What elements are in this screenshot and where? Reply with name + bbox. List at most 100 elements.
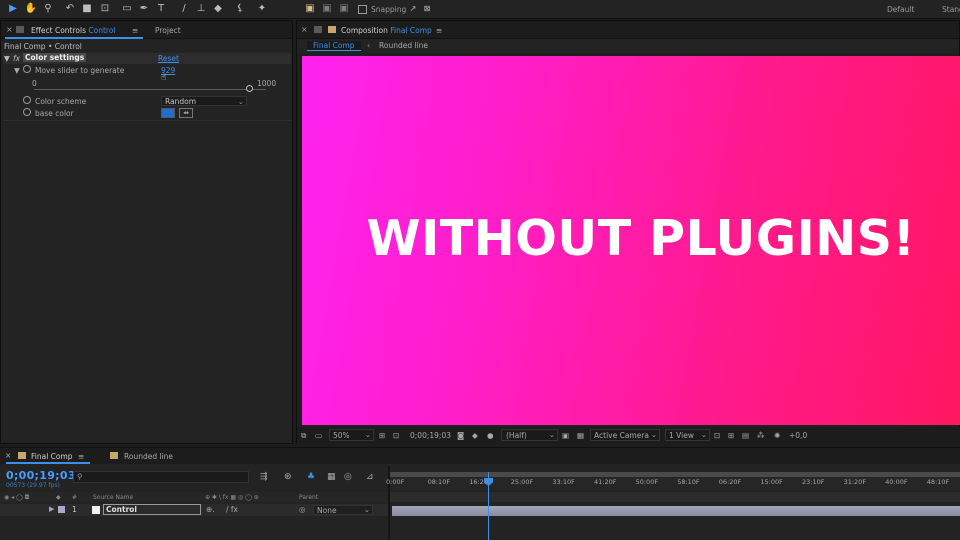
tab-final-comp[interactable]: Final Comp (31, 452, 73, 461)
camera-dropdown[interactable]: Active Camera ⌄ (590, 429, 660, 441)
workspace-standard[interactable]: Stand (942, 5, 960, 14)
view-axis-icon[interactable]: ▣ (337, 2, 351, 16)
chevron-down-icon: ⌄ (650, 430, 657, 439)
timeline-icon[interactable]: ▤ (742, 431, 749, 440)
grid-icon[interactable]: ⊞ (379, 431, 385, 440)
resolution-value: (Half) (506, 431, 527, 440)
graph-editor-icon[interactable]: ⊿ (366, 472, 374, 482)
fx-toggle-icon[interactable]: fx (13, 54, 20, 63)
subtab-final-comp[interactable]: Final Comp (307, 41, 361, 51)
layer-search-input[interactable]: ⚲ (73, 471, 249, 483)
world-axis-icon[interactable]: ▣ (320, 2, 334, 16)
snapshot-icon[interactable]: ◙ (457, 431, 464, 440)
shape-tool-icon[interactable]: ▭ (120, 2, 134, 16)
eyedropper-icon[interactable]: ⇴ (179, 108, 193, 118)
rotate-tool-icon[interactable]: ↶ (63, 2, 77, 16)
panel-lock-icon[interactable] (314, 26, 322, 33)
switches-header-icons: ⊕ ✱ \ fx ▦ ◎ ◯ ⊛ (205, 494, 259, 501)
fast-previews-icon[interactable]: ⊞ (728, 431, 734, 440)
layer-label-color[interactable] (58, 506, 65, 513)
channel-icon[interactable]: ● (487, 431, 494, 440)
snap-features-icon[interactable]: ⊠ (420, 2, 434, 16)
slider-thumb[interactable] (245, 85, 253, 92)
color-scheme-dropdown[interactable]: Random ⌄ (161, 96, 247, 106)
tab-project[interactable]: Project (155, 26, 181, 35)
transparency-grid-icon[interactable]: ▦ (577, 431, 584, 440)
tab-effect-controls[interactable]: Effect Controls Control (31, 26, 116, 35)
pickwhip-icon[interactable]: ◎ (299, 505, 306, 514)
stopwatch-icon[interactable] (23, 108, 31, 116)
toggle-pixel-aspect-icon[interactable]: ⊡ (714, 431, 720, 440)
view-layout-dropdown[interactable]: 1 View ⌄ (665, 429, 710, 441)
composition-canvas[interactable]: WITHOUT PLUGINS! (302, 56, 960, 425)
resolution-dropdown[interactable]: (Half) ⌄ (501, 429, 558, 441)
tab-rounded-line[interactable]: Rounded line (124, 452, 173, 461)
panel-menu-icon[interactable]: ≡ (436, 26, 442, 35)
region-of-interest-icon[interactable]: ▣ (562, 431, 569, 440)
layer-row[interactable]: ▶ 1 Control ⊕. / fx ◎ None ⌄ (0, 504, 388, 516)
stopwatch-icon[interactable] (23, 65, 31, 73)
mask-visibility-icon[interactable]: ⊡ (393, 431, 399, 440)
zoom-tool-icon[interactable]: ⚲ (41, 2, 55, 16)
zoom-dropdown[interactable]: 50% ⌄ (329, 429, 374, 441)
puppet-pin-tool-icon[interactable]: ✦ (255, 2, 269, 16)
show-snapshot-icon[interactable]: ◆ (472, 431, 478, 440)
snapping-checkbox[interactable] (358, 5, 367, 14)
timeline-current-time[interactable]: 0;00;19;03 (6, 469, 76, 482)
pen-tool-icon[interactable]: ✒ (137, 2, 151, 16)
shy-layers-icon[interactable]: ♣ (307, 472, 315, 482)
current-timecode[interactable]: 0;00;19;03 (410, 431, 451, 440)
roto-brush-tool-icon[interactable]: ⚸ (233, 2, 247, 16)
close-panel-icon[interactable]: × (5, 451, 11, 460)
reset-link[interactable]: Reset (158, 54, 179, 63)
hand-tool-icon[interactable]: ✋ (24, 2, 38, 16)
base-color-swatch[interactable] (161, 108, 175, 118)
effect-name[interactable]: Color settings (23, 53, 87, 62)
eraser-tool-icon[interactable]: ◆ (211, 2, 225, 16)
motion-blur-icon[interactable]: ◎ (344, 472, 352, 482)
panel-menu-icon[interactable]: ≡ (78, 452, 84, 461)
source-name-header[interactable]: Source Name (93, 494, 133, 501)
effect-controls-panel: × Effect Controls Control ≡ Project Fina… (0, 20, 293, 444)
monitor-icon[interactable]: ▭ (315, 431, 322, 440)
chevron-down-icon: ⌄ (548, 430, 555, 439)
layer-name[interactable]: Control (103, 504, 201, 515)
chevron-down-icon: ⌄ (700, 430, 707, 439)
pan-behind-tool-icon[interactable]: ⊡ (98, 2, 112, 16)
parent-header[interactable]: Parent (299, 494, 318, 501)
slider-track[interactable] (34, 89, 266, 90)
ruler-tick-label: 08:10F (427, 478, 451, 486)
panel-lock-icon[interactable] (16, 26, 24, 33)
layer-shy-switch-icon[interactable]: ⊕. (206, 505, 215, 514)
workspace-default[interactable]: Default (887, 5, 914, 14)
brush-tool-icon[interactable]: / (177, 2, 191, 16)
type-tool-icon[interactable]: T (154, 2, 168, 16)
selection-tool-icon[interactable]: ▶ (6, 2, 20, 16)
close-panel-icon[interactable]: × (6, 25, 13, 34)
layer-duration-bar[interactable] (392, 506, 960, 516)
camera-tool-icon[interactable]: ■ (80, 2, 94, 16)
subtab-rounded-line[interactable]: Rounded line (379, 41, 428, 50)
snap-edges-icon[interactable]: ↗ (406, 2, 420, 16)
timeline-frame-info: 00573 (29.97 fps) (6, 482, 60, 489)
flowchart-icon[interactable]: ⁂ (757, 431, 765, 440)
draft-3d-icon[interactable]: ⊛ (284, 472, 292, 482)
tab-composition[interactable]: Composition Final Comp (341, 26, 432, 35)
layer-fx-switch-icon[interactable]: / fx (226, 505, 238, 514)
ruler-tick-label: 23:10F (802, 478, 825, 486)
parent-dropdown[interactable]: None ⌄ (313, 505, 373, 515)
panel-menu-icon[interactable]: ≡ (132, 26, 138, 35)
work-area-bar[interactable] (390, 472, 960, 477)
slider-expand-chevron-icon[interactable]: ▼ (14, 66, 20, 75)
exposure-value[interactable]: +0,0 (789, 431, 807, 440)
frame-blending-icon[interactable]: ▦ (327, 472, 336, 482)
exposure-icon[interactable]: ✺ (774, 431, 780, 440)
close-panel-icon[interactable]: × (301, 25, 308, 34)
comp-flowchart-icon[interactable]: ⇶ (260, 472, 268, 482)
effect-expand-chevron-icon[interactable]: ▼ (4, 54, 10, 63)
always-preview-icon[interactable]: ⧉ (301, 431, 306, 441)
stopwatch-icon[interactable] (23, 96, 31, 104)
layer-expand-arrow-icon[interactable]: ▶ (49, 505, 54, 513)
local-axis-icon[interactable]: ▣ (303, 2, 317, 16)
clone-stamp-tool-icon[interactable]: ⊥ (194, 2, 208, 16)
